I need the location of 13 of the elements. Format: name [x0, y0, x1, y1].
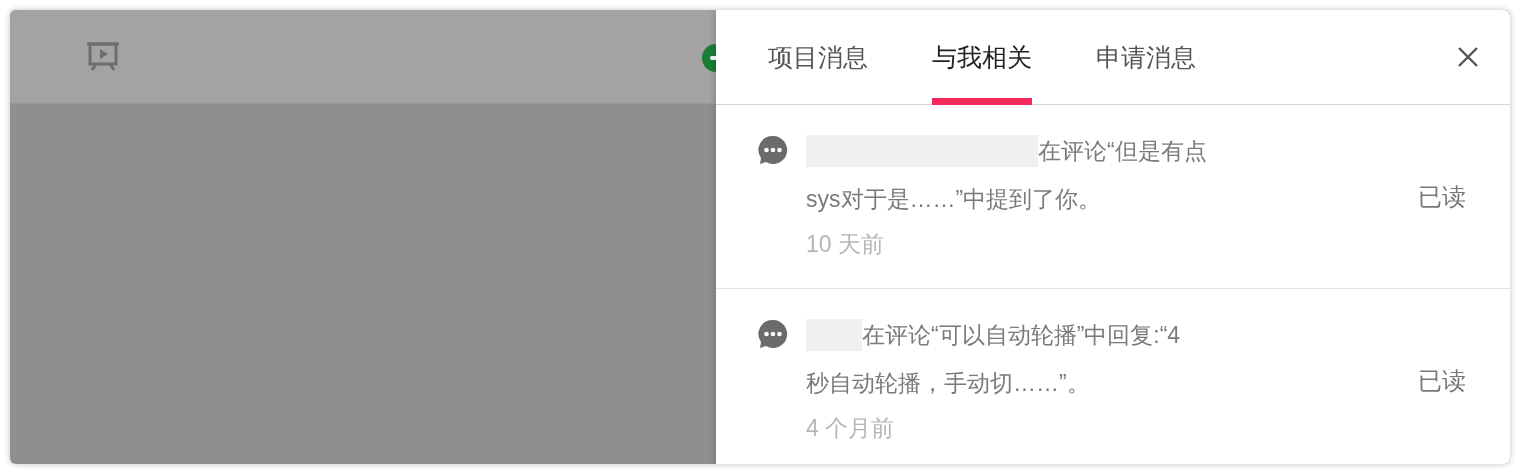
message-text: 在评论“但是有点 — [1038, 137, 1207, 166]
comment-icon — [758, 135, 788, 165]
message-text: sys对于是……”中提到了你。 — [806, 185, 1102, 214]
tab[interactable]: 项目消息 — [768, 10, 868, 105]
comment-icon — [758, 319, 788, 349]
read-status: 已读 — [1418, 366, 1466, 396]
message-time: 10 天前 — [806, 231, 884, 257]
read-status: 已读 — [1418, 182, 1466, 212]
message-text: 秒自动轮播，手动切……”。 — [806, 369, 1090, 398]
message-time: 4 个月前 — [806, 415, 895, 441]
tab[interactable]: 与我相关 — [932, 10, 1032, 105]
message-text: 在评论“可以自动轮播”中回复:“4 — [862, 321, 1181, 350]
tab[interactable]: 申请消息 — [1096, 10, 1196, 105]
